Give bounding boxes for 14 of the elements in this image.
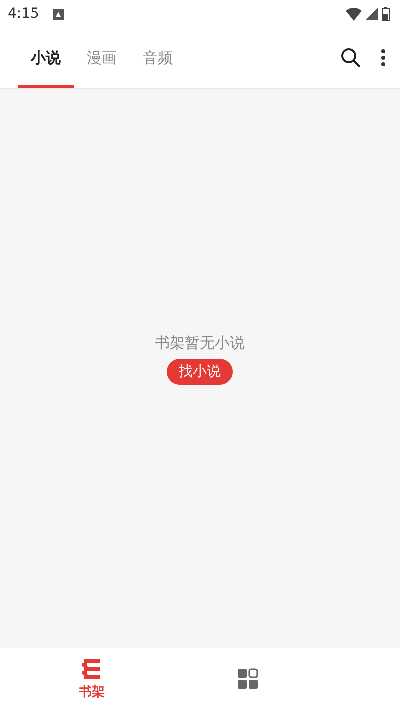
status-time: 4:15: [8, 6, 40, 22]
battery-icon: [382, 7, 390, 21]
find-novel-button[interactable]: 找小说: [167, 359, 233, 385]
grid-icon: [237, 668, 259, 690]
notification-icon: [53, 8, 64, 20]
more-icon[interactable]: [381, 49, 386, 67]
nav-item[interactable]: 书架: [40, 656, 144, 702]
signal-icon: [366, 8, 378, 20]
tab[interactable]: 音频: [130, 28, 186, 88]
book-stack-icon: [81, 658, 103, 680]
wifi-icon: [346, 8, 362, 20]
search-icon[interactable]: [341, 48, 361, 68]
tab[interactable]: 漫画: [74, 28, 130, 88]
empty-message: 书架暂无小说: [155, 334, 245, 353]
